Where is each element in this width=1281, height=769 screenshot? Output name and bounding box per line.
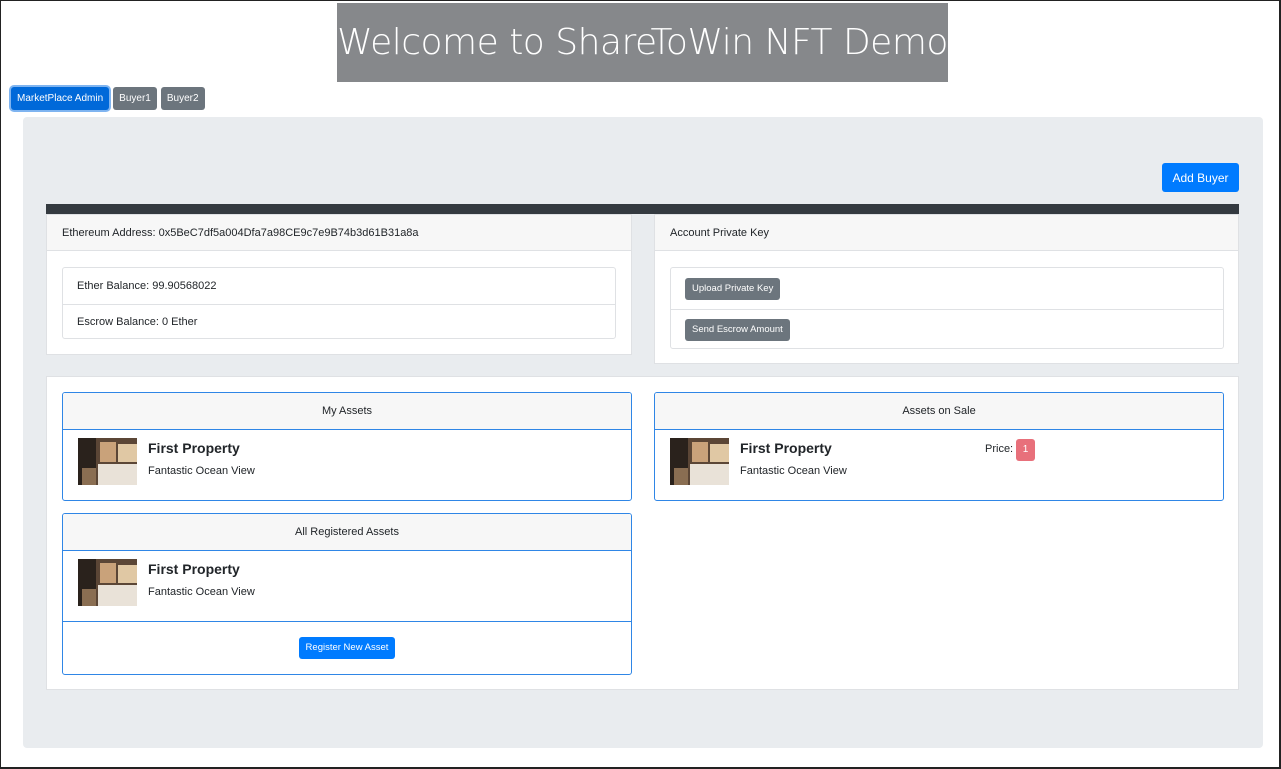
price-label: Price: (985, 443, 1014, 455)
tab-marketplace-admin[interactable]: MarketPlace Admin (11, 87, 110, 110)
tab-buyer2[interactable]: Buyer2 (160, 87, 205, 110)
tab-buyer1[interactable]: Buyer1 (113, 87, 157, 110)
property-thumbnail (78, 438, 137, 485)
list-item[interactable]: First Property Fantastic Ocean View Pric… (655, 430, 1223, 492)
balance-list: Ether Balance: 99.90568022 Escrow Balanc… (62, 267, 616, 339)
add-buyer-button[interactable]: Add Buyer (1162, 163, 1239, 192)
price-badge: 1 (1016, 439, 1035, 461)
ether-balance-text: Ether Balance: 99.90568022 (77, 280, 217, 292)
ethereum-address: Ethereum Address: 0x5BeC7df5a004Dfa7a98C… (47, 215, 631, 251)
private-key-actions: Upload Private Key Send Escrow Amount (670, 267, 1224, 349)
asset-subtitle: Fantastic Ocean View (148, 586, 255, 598)
asset-subtitle: Fantastic Ocean View (148, 465, 255, 477)
assets-on-sale-header: Assets on Sale (655, 393, 1223, 430)
escrow-balance-text: Escrow Balance: 0 Ether (77, 316, 198, 328)
upload-private-key-button[interactable]: Upload Private Key (685, 277, 781, 300)
asset-title: First Property (148, 440, 240, 456)
my-assets-header: My Assets (63, 393, 631, 430)
account-tabs: MarketPlace Admin Buyer1 Buyer2 (11, 87, 205, 110)
asset-subtitle: Fantastic Ocean View (740, 465, 847, 477)
upload-row: Upload Private Key (671, 268, 1223, 309)
register-new-asset-button[interactable]: Register New Asset (298, 636, 396, 659)
account-info-card: Ethereum Address: 0x5BeC7df5a004Dfa7a98C… (46, 214, 632, 355)
asset-title: First Property (740, 440, 832, 456)
private-key-card: Account Private Key Upload Private Key S… (654, 214, 1239, 364)
my-assets-card: My Assets First Property Fantastic Ocean… (62, 392, 632, 501)
page-title-banner: Welcome to ShareToWin NFT Demo (337, 3, 948, 82)
registered-assets-card: All Registered Assets First Property Fan… (62, 513, 632, 675)
assets-on-sale-card: Assets on Sale First Property Fantastic … (654, 392, 1224, 501)
escrow-balance: Escrow Balance: 0 Ether (63, 304, 615, 339)
asset-title: First Property (148, 561, 240, 577)
send-escrow-amount-button[interactable]: Send Escrow Amount (685, 318, 790, 341)
property-thumbnail (78, 559, 137, 606)
ether-balance: Ether Balance: 99.90568022 (63, 268, 615, 304)
list-item[interactable]: First Property Fantastic Ocean View (63, 430, 631, 492)
registered-assets-header: All Registered Assets (63, 514, 631, 551)
private-key-header: Account Private Key (655, 215, 1238, 251)
section-divider-bar (46, 204, 1239, 214)
registered-assets-footer: Register New Asset (63, 621, 631, 673)
property-thumbnail (670, 438, 729, 485)
escrow-row: Send Escrow Amount (671, 309, 1223, 349)
assets-container: My Assets First Property Fantastic Ocean… (46, 376, 1239, 690)
list-item[interactable]: First Property Fantastic Ocean View (63, 551, 631, 621)
